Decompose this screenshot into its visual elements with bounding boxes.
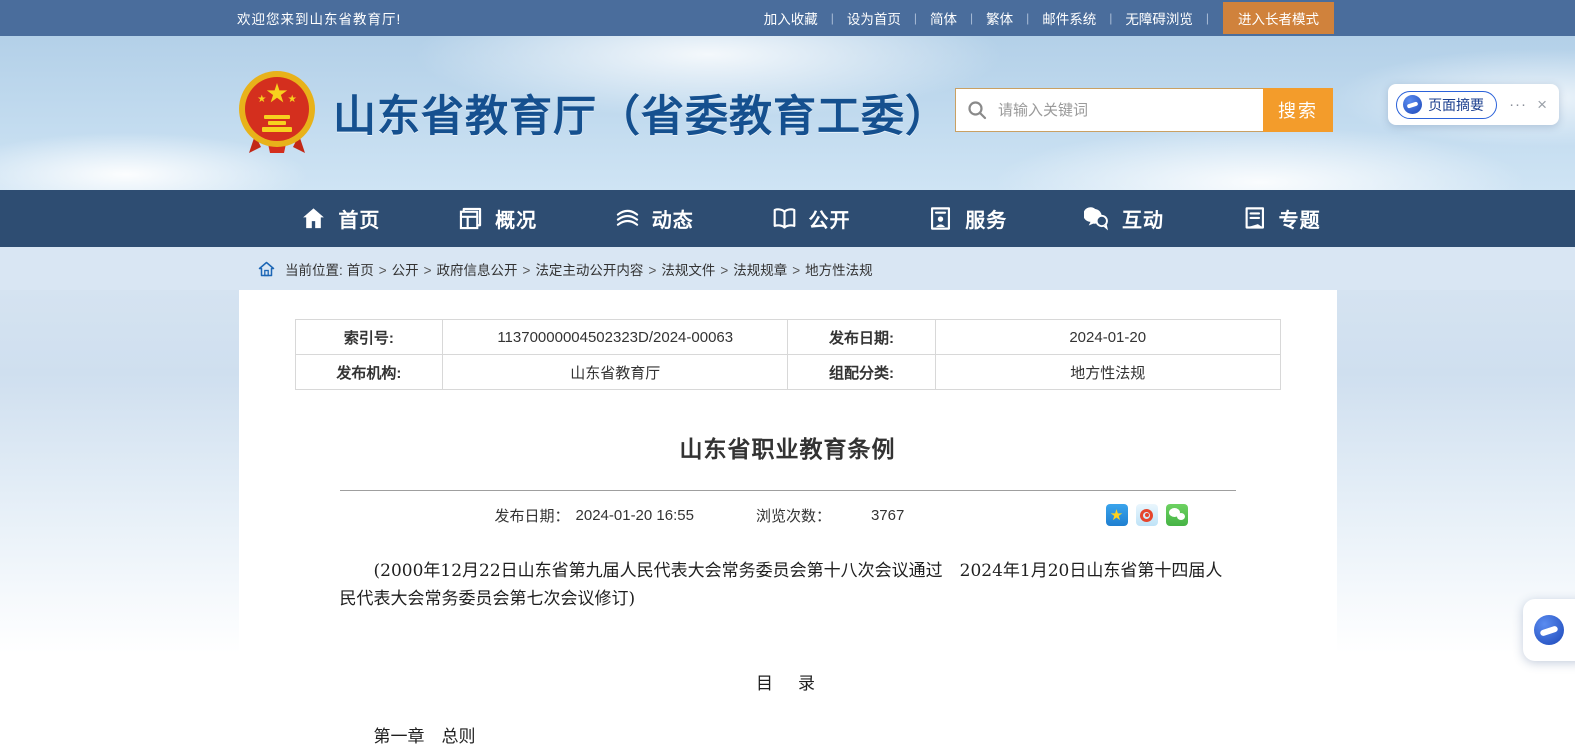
- separator: >: [424, 263, 432, 278]
- info-value: 2024-01-20: [935, 320, 1280, 355]
- nav-item-overview[interactable]: 概况: [419, 190, 576, 247]
- brand: 山东省教育厅（省委教育工委）: [237, 69, 949, 157]
- site-title: 山东省教育厅（省委教育工委）: [333, 82, 949, 144]
- share-icons: ★: [1106, 504, 1188, 526]
- article-body: (2000年12月22日山东省第九届人民代表大会常务委员会第十八次会议通过 20…: [340, 558, 1236, 747]
- nav-label: 服务: [965, 204, 1007, 233]
- elder-mode-button[interactable]: 进入长者模式: [1223, 2, 1334, 34]
- ai-assistant-fab[interactable]: [1523, 599, 1575, 661]
- topbar-link[interactable]: 设为首页: [834, 8, 914, 28]
- info-label: 发布日期:: [788, 320, 936, 355]
- openbook-icon: [771, 205, 798, 232]
- nav-label: 互动: [1122, 204, 1164, 233]
- wechat-share-icon[interactable]: [1166, 504, 1188, 526]
- separator: >: [720, 263, 728, 278]
- nav-item-interact[interactable]: 互动: [1046, 190, 1203, 247]
- article-paragraph: (2000年12月22日山东省第九届人民代表大会常务委员会第十八次会议通过 20…: [340, 558, 1236, 613]
- nav-item-topic[interactable]: 专题: [1202, 190, 1359, 247]
- search-input[interactable]: [998, 89, 1264, 131]
- breadcrumb-item[interactable]: 法定主动公开内容: [535, 263, 643, 278]
- search-box: 搜索: [955, 88, 1333, 132]
- content-card: 索引号:11370000004502323D/2024-00063发布日期:20…: [239, 290, 1337, 756]
- nav-label: 首页: [338, 204, 380, 233]
- nav-label: 动态: [652, 204, 694, 233]
- separator: >: [648, 263, 656, 278]
- nav-item-service[interactable]: 服务: [889, 190, 1046, 247]
- table-row: 索引号:11370000004502323D/2024-00063发布日期:20…: [295, 320, 1280, 355]
- topbar-link[interactable]: 简体: [917, 8, 970, 28]
- nav-item-openbook[interactable]: 公开: [732, 190, 889, 247]
- info-label: 组配分类:: [788, 355, 936, 390]
- breadcrumb-item[interactable]: 政府信息公开: [437, 263, 518, 278]
- toc-list: 第一章 总则: [340, 722, 1236, 747]
- national-emblem-logo: [237, 69, 317, 157]
- info-label: 索引号:: [295, 320, 443, 355]
- info-label: 发布机构:: [295, 355, 443, 390]
- nav-label: 概况: [495, 204, 537, 233]
- main-nav: 首页 概况 动态 公开 服务 互动 专题: [0, 190, 1575, 247]
- toc-heading: 目 录: [340, 669, 1236, 694]
- ai-assistant-icon: [1534, 615, 1564, 645]
- page-summary-label: 页面摘要: [1428, 95, 1484, 115]
- separator: >: [523, 263, 531, 278]
- search-button[interactable]: 搜索: [1263, 88, 1333, 132]
- home-icon[interactable]: [258, 261, 275, 277]
- topbar-link[interactable]: 加入收藏: [751, 8, 831, 28]
- topic-icon: [1241, 205, 1268, 232]
- nav-item-home[interactable]: 首页: [262, 190, 419, 247]
- breadcrumb-item[interactable]: 法规文件: [661, 263, 715, 278]
- info-value: 11370000004502323D/2024-00063: [443, 320, 788, 355]
- article-title: 山东省职业教育条例: [239, 430, 1337, 464]
- page-background: 索引号:11370000004502323D/2024-00063发布日期:20…: [0, 290, 1575, 756]
- breadcrumb-prefix: 当前位置:: [285, 259, 343, 279]
- topbar-link[interactable]: 邮件系统: [1029, 8, 1109, 28]
- close-icon[interactable]: ×: [1535, 95, 1549, 115]
- overview-icon: [457, 205, 484, 232]
- breadcrumb: 当前位置: 首页 > 公开 > 政府信息公开 > 法定主动公开内容 > 法规文件 > 法规规章 > 地方…: [0, 247, 1575, 290]
- welcome-text: 欢迎您来到山东省教育厅!: [237, 8, 401, 28]
- news-icon: [614, 205, 641, 232]
- nav-label: 公开: [809, 204, 851, 233]
- info-value: 山东省教育厅: [443, 355, 788, 390]
- views-value: 3767: [871, 507, 904, 524]
- home-icon: [300, 205, 327, 232]
- breadcrumb-item[interactable]: 法规规章: [733, 263, 787, 278]
- topbar-link[interactable]: 无障碍浏览: [1112, 8, 1206, 28]
- breadcrumb-items: 首页 > 公开 > 政府信息公开 > 法定主动公开内容 > 法规文件 > 法规规章 > 地方性法规: [347, 259, 873, 279]
- breadcrumb-item[interactable]: 公开: [392, 263, 419, 278]
- page-summary-panel: 页面摘要 ··· ×: [1388, 84, 1559, 125]
- document-info-table: 索引号:11370000004502323D/2024-00063发布日期:20…: [295, 319, 1281, 390]
- topbar-links: 加入收藏|设为首页|简体|繁体|邮件系统|无障碍浏览|进入长者模式: [751, 0, 1334, 36]
- article-meta: 发布日期： 2024-01-20 16:55 浏览次数： 3767 ★: [340, 490, 1236, 526]
- separator: |: [1206, 11, 1209, 25]
- site-header: 山东省教育厅（省委教育工委） 搜索: [0, 36, 1575, 190]
- qzone-share-icon[interactable]: ★: [1106, 504, 1128, 526]
- page-summary-button[interactable]: 页面摘要: [1396, 91, 1497, 119]
- topbar-link[interactable]: 繁体: [973, 8, 1026, 28]
- weibo-share-icon[interactable]: [1136, 504, 1158, 526]
- breadcrumb-item[interactable]: 地方性法规: [805, 263, 873, 278]
- breadcrumb-item[interactable]: 首页: [347, 263, 374, 278]
- service-icon: [927, 205, 954, 232]
- ai-assistant-icon: [1403, 95, 1422, 114]
- nav-item-news[interactable]: 动态: [575, 190, 732, 247]
- search-icon: [956, 89, 998, 131]
- nav-label: 专题: [1279, 204, 1321, 233]
- interact-icon: [1084, 205, 1111, 232]
- info-value: 地方性法规: [935, 355, 1280, 390]
- views-label: 浏览次数：: [756, 505, 831, 526]
- more-options-icon[interactable]: ···: [1509, 96, 1527, 113]
- publish-date-label: 发布日期：: [495, 505, 570, 526]
- publish-date-value: 2024-01-20 16:55: [576, 507, 694, 524]
- toc-item: 第一章 总则: [340, 722, 1236, 747]
- top-utility-bar: 欢迎您来到山东省教育厅! 加入收藏|设为首页|简体|繁体|邮件系统|无障碍浏览|…: [0, 0, 1575, 36]
- table-row: 发布机构:山东省教育厅组配分类:地方性法规: [295, 355, 1280, 390]
- separator: >: [379, 263, 387, 278]
- separator: >: [792, 263, 800, 278]
